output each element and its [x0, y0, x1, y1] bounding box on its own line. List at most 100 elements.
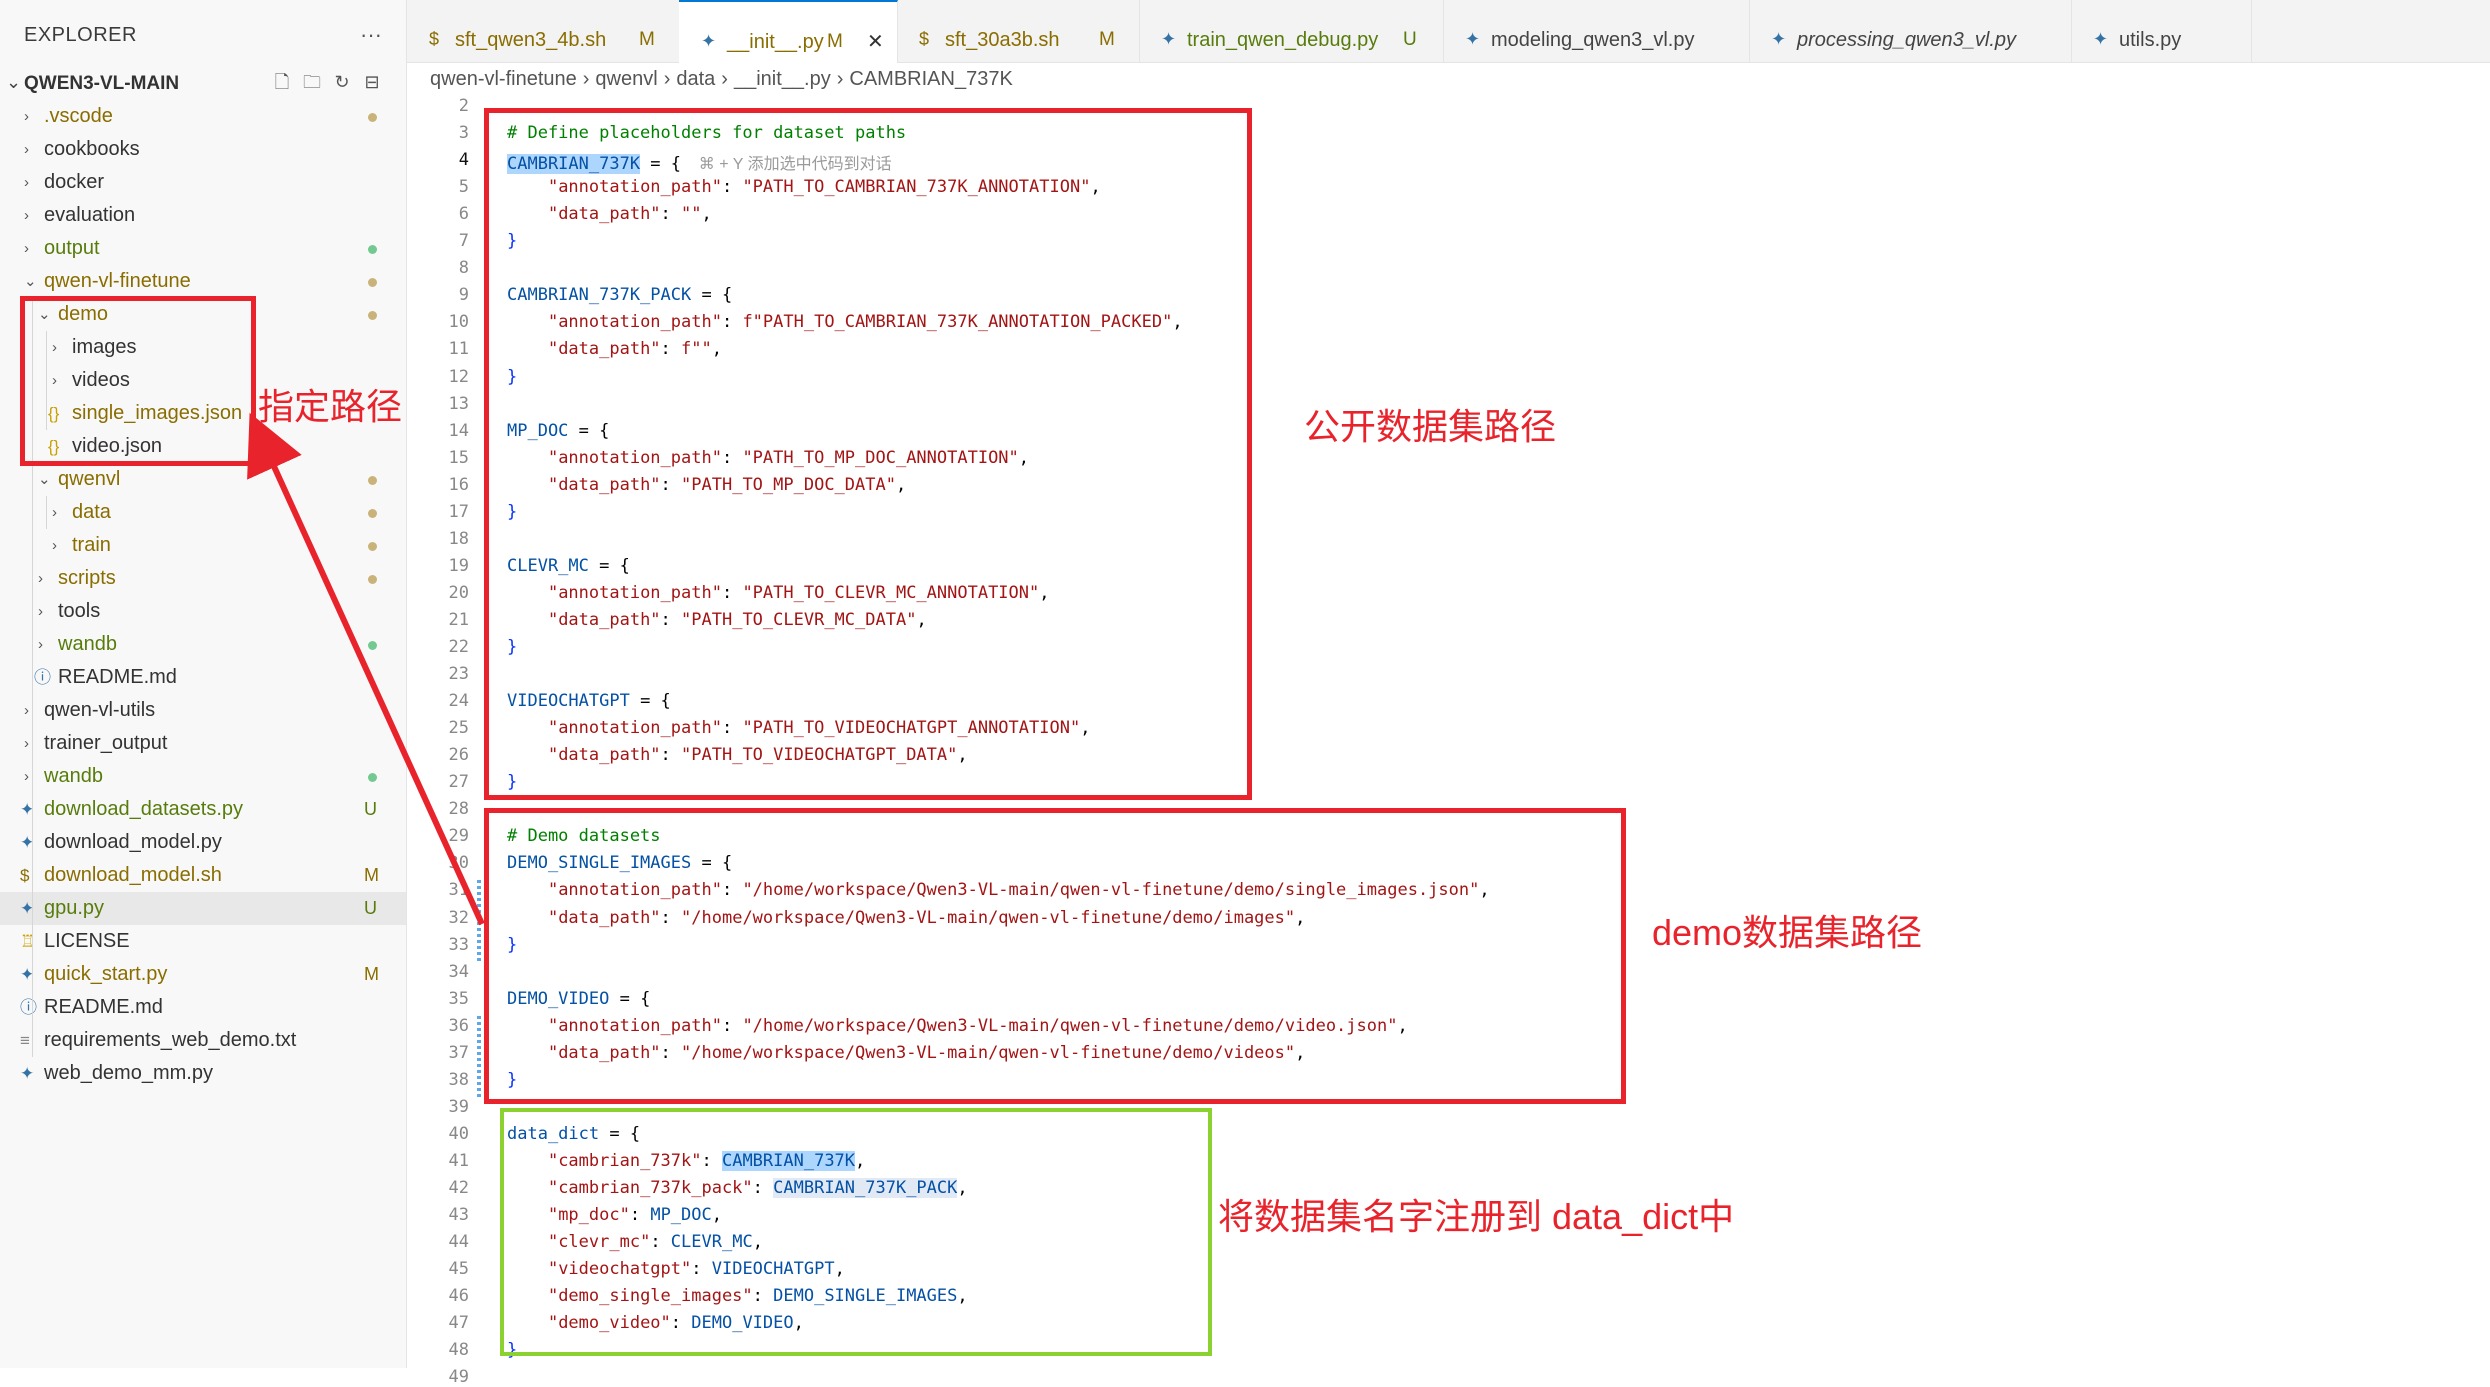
line-number: 35	[448, 988, 469, 1009]
close-icon[interactable]: ✕	[867, 2, 884, 63]
tree-item-label: download_model.py	[44, 831, 222, 853]
tree-folder[interactable]: › wandb	[0, 760, 406, 793]
line-number: 30	[448, 853, 469, 874]
tree-file[interactable]: ✦ download_datasets.py U	[0, 793, 406, 826]
tab-status-badge: M	[639, 29, 655, 50]
python-file-icon: ✦	[20, 1064, 35, 1083]
breadcrumb-item[interactable]: qwen-vl-finetune	[430, 68, 577, 90]
tree-item-label: qwen-vl-utils	[44, 699, 156, 721]
line-number: 20	[448, 582, 469, 603]
line-number: 31	[448, 880, 469, 901]
line-number: 34	[448, 961, 469, 982]
chevron-right-icon: ›	[582, 68, 590, 90]
editor-tab[interactable]: $ sft_30a3b.sh M	[897, 0, 1140, 62]
tab-label: sft_qwen3_4b.sh	[455, 29, 607, 51]
line-number: 14	[448, 420, 469, 441]
tree-file[interactable]: ⓘ README.md	[0, 991, 406, 1024]
status-dot-icon	[368, 311, 377, 320]
editor-tab[interactable]: $ sft_qwen3_4b.sh M	[407, 0, 680, 62]
tree-item-label: docker	[44, 171, 105, 193]
tree-folder[interactable]: › cookbooks	[0, 133, 406, 166]
indent-guide	[46, 496, 47, 529]
tree-folder[interactable]: › wandb	[0, 628, 406, 661]
chevron-right-icon: ›	[52, 537, 57, 554]
tree-folder[interactable]: ⌄ qwen-vl-finetune	[0, 265, 406, 298]
tree-file[interactable]: ✦ download_model.py	[0, 826, 406, 859]
line-number: 9	[458, 285, 469, 306]
tree-folder[interactable]: › tools	[0, 595, 406, 628]
breadcrumb-item[interactable]: qwenvl	[595, 68, 657, 90]
tree-file[interactable]: ✦ gpu.py U	[0, 892, 406, 925]
tree-item-label: web_demo_mm.py	[44, 1062, 213, 1084]
line-number: 11	[448, 339, 469, 360]
tree-file[interactable]: $ download_model.sh M	[0, 859, 406, 892]
tree-item-label: data	[72, 501, 111, 523]
line-number: 40	[448, 1123, 469, 1144]
tree-folder[interactable]: › evaluation	[0, 199, 406, 232]
line-number: 13	[448, 393, 469, 414]
chevron-right-icon: ›	[24, 174, 29, 191]
editor-tab[interactable]: ✦ __init__.py M ✕	[679, 0, 898, 63]
python-file-icon: ✦	[1161, 29, 1177, 49]
line-number: 23	[448, 664, 469, 685]
tree-folder[interactable]: ⌄ qwenvl	[0, 463, 406, 496]
chevron-right-icon: ›	[836, 68, 844, 90]
status-dot-icon	[368, 476, 377, 485]
line-number: 7	[458, 231, 469, 252]
tree-item-label: quick_start.py	[44, 963, 168, 985]
line-number: 24	[448, 691, 469, 712]
git-status-badge: M	[364, 865, 379, 885]
tree-item-label: download_datasets.py	[44, 798, 244, 820]
line-number: 32	[448, 907, 469, 928]
line-number: 4	[458, 150, 469, 171]
editor-tab[interactable]: ✦ processing_qwen3_vl.py	[1749, 0, 2072, 62]
text-file-icon: ≡	[20, 1031, 30, 1050]
line-number: 2	[458, 96, 469, 116]
line-number: 15	[448, 447, 469, 468]
chevron-right-icon: ›	[24, 141, 29, 158]
tree-folder[interactable]: › docker	[0, 166, 406, 199]
chevron-right-icon: ›	[24, 240, 29, 257]
editor-tab[interactable]: ✦ train_qwen_debug.py U	[1139, 0, 1444, 62]
line-number: 3	[458, 123, 469, 144]
tab-status-badge: M	[1099, 29, 1115, 50]
tree-file[interactable]: ≡ requirements_web_demo.txt	[0, 1024, 406, 1057]
breadcrumb-item[interactable]: CAMBRIAN_737K	[849, 68, 1012, 90]
tree-file[interactable]: ♖ LICENSE	[0, 925, 406, 958]
tree-item-label: trainer_output	[44, 732, 168, 754]
chevron-right-icon: ›	[24, 768, 29, 785]
tree-file[interactable]: ⓘ README.md	[0, 661, 406, 694]
explorer-sidebar: EXPLORER ··· ⌄ QWEN3-VL-MAIN 🗋 🗀 ↻ ⊟ › .vsco…	[0, 0, 407, 1368]
tree-item-label: evaluation	[44, 204, 136, 226]
git-status-badge: U	[364, 898, 377, 918]
tree-folder[interactable]: › qwen-vl-utils	[0, 694, 406, 727]
refresh-icon[interactable]: ↻	[328, 72, 356, 93]
python-file-icon: ✦	[1465, 29, 1481, 49]
more-actions-icon[interactable]: ···	[360, 22, 382, 48]
tree-file[interactable]: ✦ quick_start.py M	[0, 958, 406, 991]
tree-folder[interactable]: › trainer_output	[0, 727, 406, 760]
breadcrumb-item[interactable]: data	[676, 68, 715, 90]
editor-tab[interactable]: ✦ utils.py	[2071, 0, 2252, 62]
editor-tab[interactable]: ✦ modeling_qwen3_vl.py	[1443, 0, 1750, 62]
collapse-icon[interactable]: ⊟	[358, 72, 386, 93]
status-dot-icon	[368, 542, 377, 551]
git-status-badge: M	[364, 964, 379, 984]
demo-datasets-highlight-box	[484, 808, 1626, 1104]
new-file-icon[interactable]: 🗋	[268, 70, 296, 100]
new-folder-icon[interactable]: 🗀	[298, 70, 326, 100]
shell-file-icon: $	[20, 866, 30, 885]
breadcrumb-item[interactable]: __init__.py	[734, 68, 831, 90]
tree-file[interactable]: ✦ web_demo_mm.py	[0, 1057, 406, 1090]
status-dot-icon	[368, 773, 377, 782]
demo-datasets-annotation: demo数据集路径	[1652, 912, 1923, 953]
chevron-right-icon: ›	[24, 108, 29, 125]
tree-folder[interactable]: › .vscode	[0, 100, 406, 133]
tree-folder[interactable]: › train	[0, 529, 406, 562]
tab-label: processing_qwen3_vl.py	[1797, 29, 2017, 51]
line-number: 18	[448, 528, 469, 549]
tree-folder[interactable]: › output	[0, 232, 406, 265]
tree-item-label: cookbooks	[44, 138, 140, 160]
tree-folder[interactable]: › data	[0, 496, 406, 529]
tree-folder[interactable]: › scripts	[0, 562, 406, 595]
